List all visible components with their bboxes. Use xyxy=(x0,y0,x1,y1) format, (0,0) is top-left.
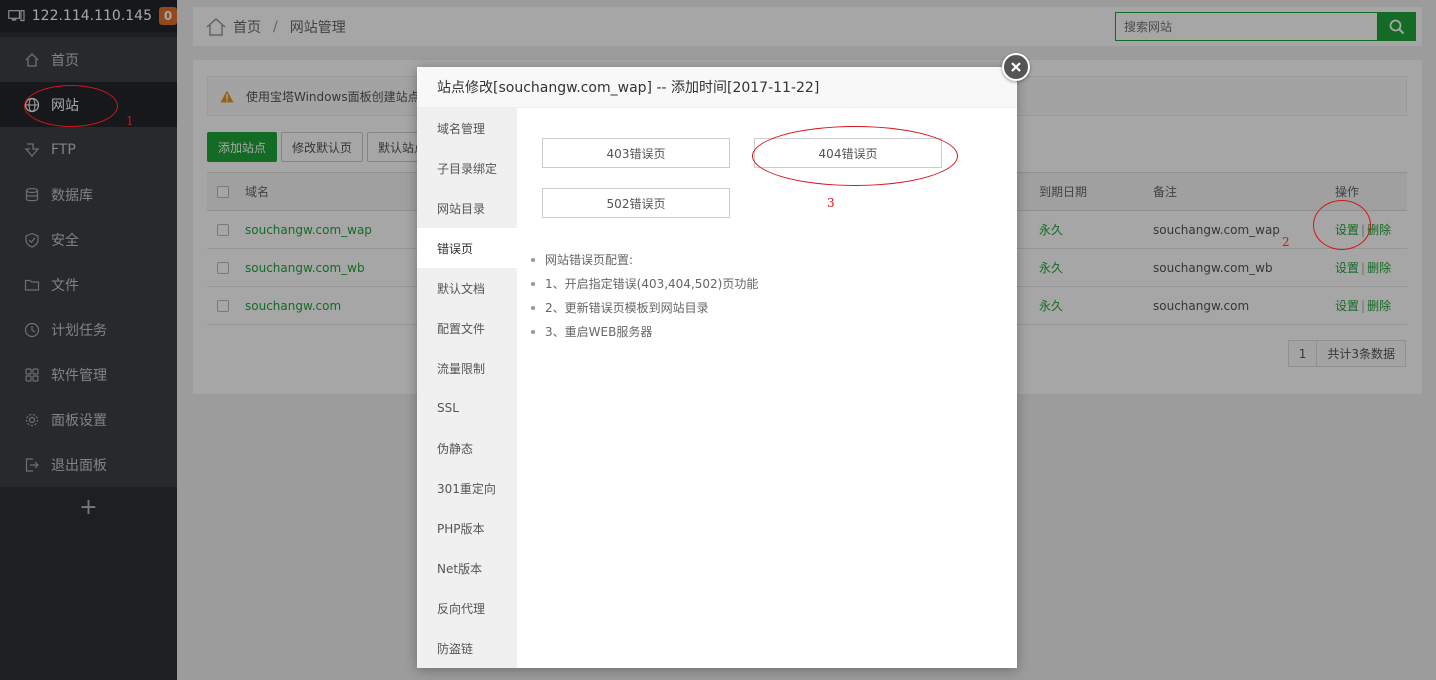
error-404-button[interactable]: 404错误页 xyxy=(754,138,942,168)
tab-ssl[interactable]: SSL xyxy=(417,388,517,428)
help-item: 2、更新错误页模板到网站目录 xyxy=(531,296,758,320)
tab-php-version[interactable]: PHP版本 xyxy=(417,508,517,548)
help-list: 网站错误页配置: 1、开启指定错误(403,404,502)页功能 2、更新错误… xyxy=(531,248,758,344)
tab-default-doc[interactable]: 默认文档 xyxy=(417,268,517,308)
tab-error-page[interactable]: 错误页 xyxy=(417,228,517,268)
tab-hotlink[interactable]: 防盗链 xyxy=(417,628,517,668)
dialog-close-button[interactable] xyxy=(1002,53,1030,81)
tab-site-directory[interactable]: 网站目录 xyxy=(417,188,517,228)
tab-config-file[interactable]: 配置文件 xyxy=(417,308,517,348)
tab-rewrite[interactable]: 伪静态 xyxy=(417,428,517,468)
annotation-number: 2 xyxy=(1282,235,1290,249)
tab-net-version[interactable]: Net版本 xyxy=(417,548,517,588)
tab-traffic-limit[interactable]: 流量限制 xyxy=(417,348,517,388)
tab-domain[interactable]: 域名管理 xyxy=(417,108,517,148)
annotation-number: 3 xyxy=(827,196,835,210)
close-icon xyxy=(1011,62,1021,72)
help-item: 网站错误页配置: xyxy=(531,248,758,272)
error-page-panel: 403错误页 404错误页 502错误页 网站错误页配置: 1、开启指定错误(4… xyxy=(517,108,1017,668)
dialog-tabs: 域名管理 子目录绑定 网站目录 错误页 默认文档 配置文件 流量限制 SSL 伪… xyxy=(417,108,517,668)
help-item: 3、重启WEB服务器 xyxy=(531,320,758,344)
error-502-button[interactable]: 502错误页 xyxy=(542,188,730,218)
site-edit-dialog: 站点修改[souchangw.com_wap] -- 添加时间[2017-11-… xyxy=(417,53,1030,668)
tab-subdir-binding[interactable]: 子目录绑定 xyxy=(417,148,517,188)
tab-reverse-proxy[interactable]: 反向代理 xyxy=(417,588,517,628)
error-403-button[interactable]: 403错误页 xyxy=(542,138,730,168)
dialog-title: 站点修改[souchangw.com_wap] -- 添加时间[2017-11-… xyxy=(417,67,1017,108)
tab-redirect[interactable]: 301重定向 xyxy=(417,468,517,508)
help-item: 1、开启指定错误(403,404,502)页功能 xyxy=(531,272,758,296)
annotation-number: 1 xyxy=(126,114,134,128)
